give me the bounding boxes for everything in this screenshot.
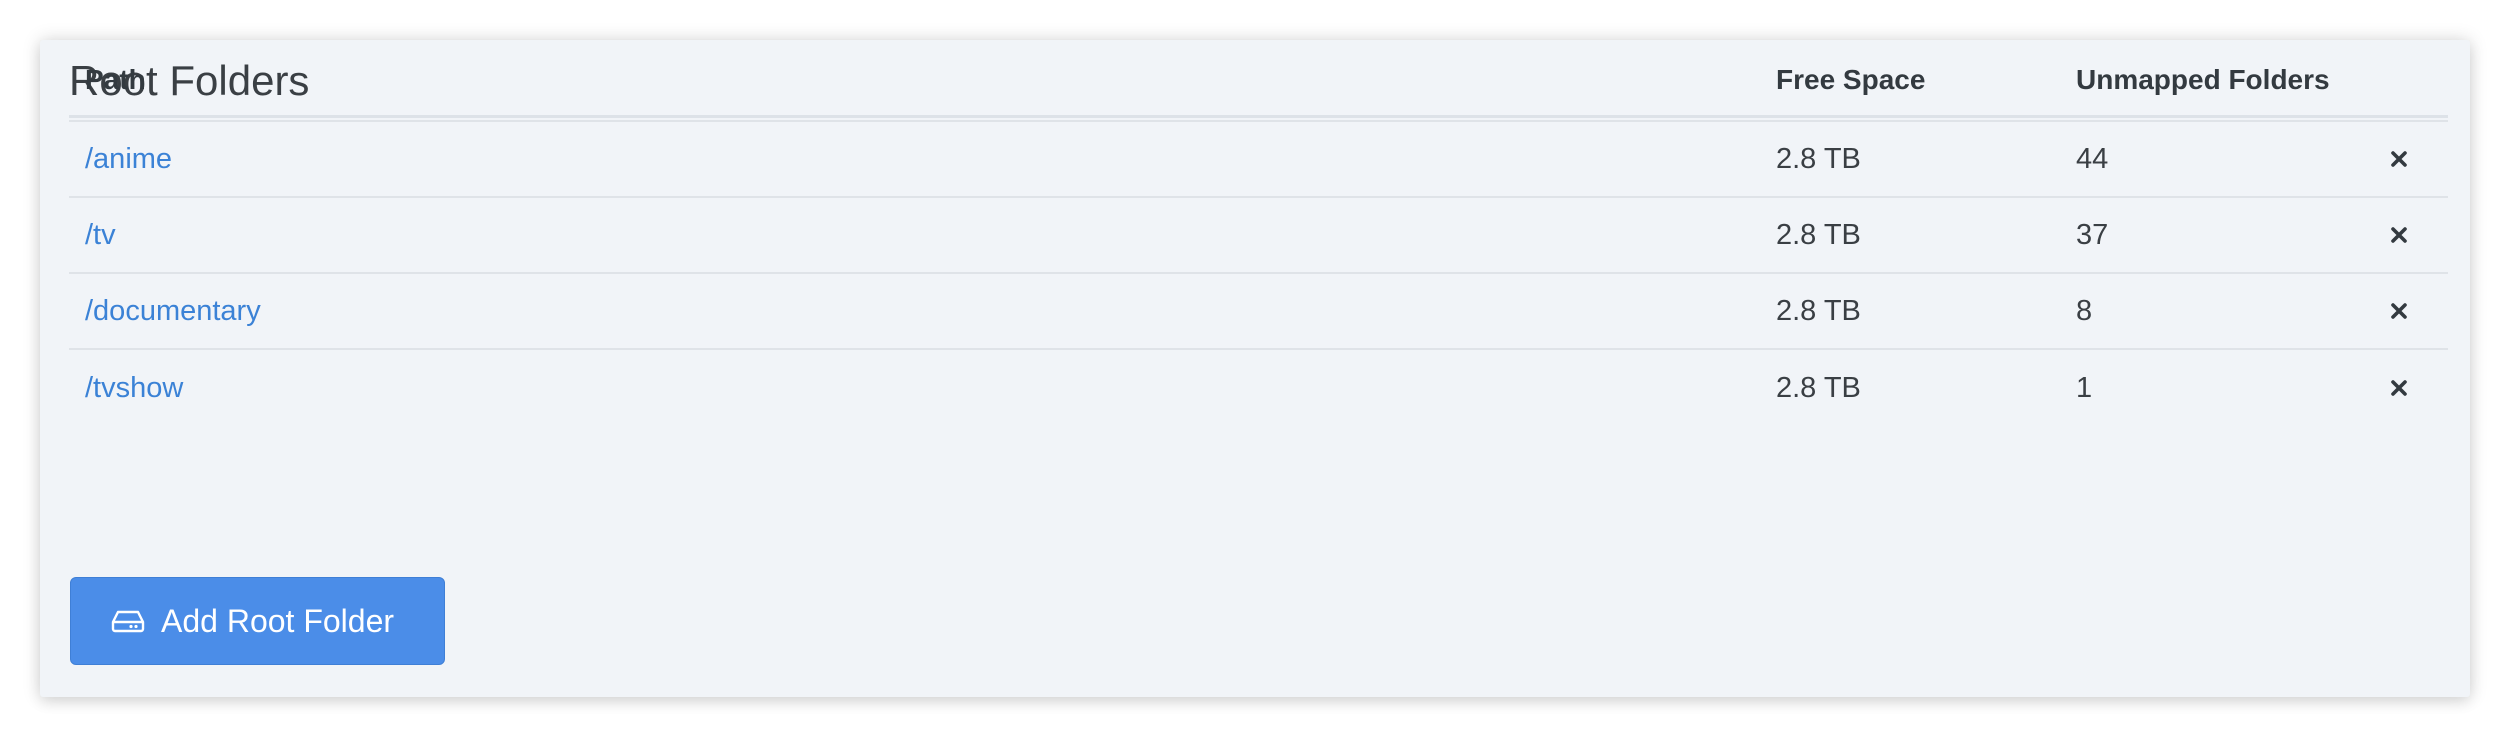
column-header-unmapped-folders: Unmapped Folders: [2076, 64, 2330, 95]
root-folders-panel: Root Folders Path Free Space Unmapped Fo…: [40, 40, 2470, 697]
column-header-free-space: Free Space: [1776, 64, 1926, 95]
table-row: /tvshow 2.8 TB 1: [69, 350, 2448, 426]
unmapped-folders-count: 8: [2076, 294, 2093, 327]
root-folder-path-link[interactable]: /tvshow: [85, 372, 183, 405]
close-icon: [2391, 303, 2407, 319]
free-space-value: 2.8 TB: [1776, 218, 1861, 251]
close-icon: [2391, 227, 2407, 243]
add-root-folder-label: Add Root Folder: [161, 602, 395, 639]
table-row: /tv 2.8 TB 37: [69, 198, 2448, 274]
free-space-value: 2.8 TB: [1776, 371, 1861, 404]
hard-drive-icon: [111, 609, 145, 633]
root-folder-path-link[interactable]: /anime: [85, 143, 172, 176]
unmapped-folders-count: 44: [2076, 142, 2109, 175]
table-row: /anime 2.8 TB 44: [69, 122, 2448, 198]
add-root-folder-button[interactable]: Add Root Folder: [70, 577, 445, 665]
unmapped-folders-count: 1: [2076, 371, 2093, 404]
remove-root-folder-button[interactable]: [2386, 298, 2412, 324]
close-icon: [2391, 151, 2407, 167]
table-row: /documentary 2.8 TB 8: [69, 274, 2448, 350]
root-folders-table: Path Free Space Unmapped Folders /anime …: [69, 64, 2448, 426]
remove-root-folder-button[interactable]: [2386, 375, 2412, 401]
remove-root-folder-button[interactable]: [2386, 146, 2412, 172]
table-header-row: Path Free Space Unmapped Folders: [69, 40, 2448, 122]
root-folder-path-link[interactable]: /tv: [85, 219, 116, 252]
free-space-value: 2.8 TB: [1776, 142, 1861, 175]
unmapped-folders-count: 37: [2076, 218, 2109, 251]
free-space-value: 2.8 TB: [1776, 294, 1861, 327]
remove-root-folder-button[interactable]: [2386, 222, 2412, 248]
close-icon: [2391, 380, 2407, 396]
root-folder-path-link[interactable]: /documentary: [85, 295, 261, 328]
column-header-path: Path: [85, 64, 146, 95]
